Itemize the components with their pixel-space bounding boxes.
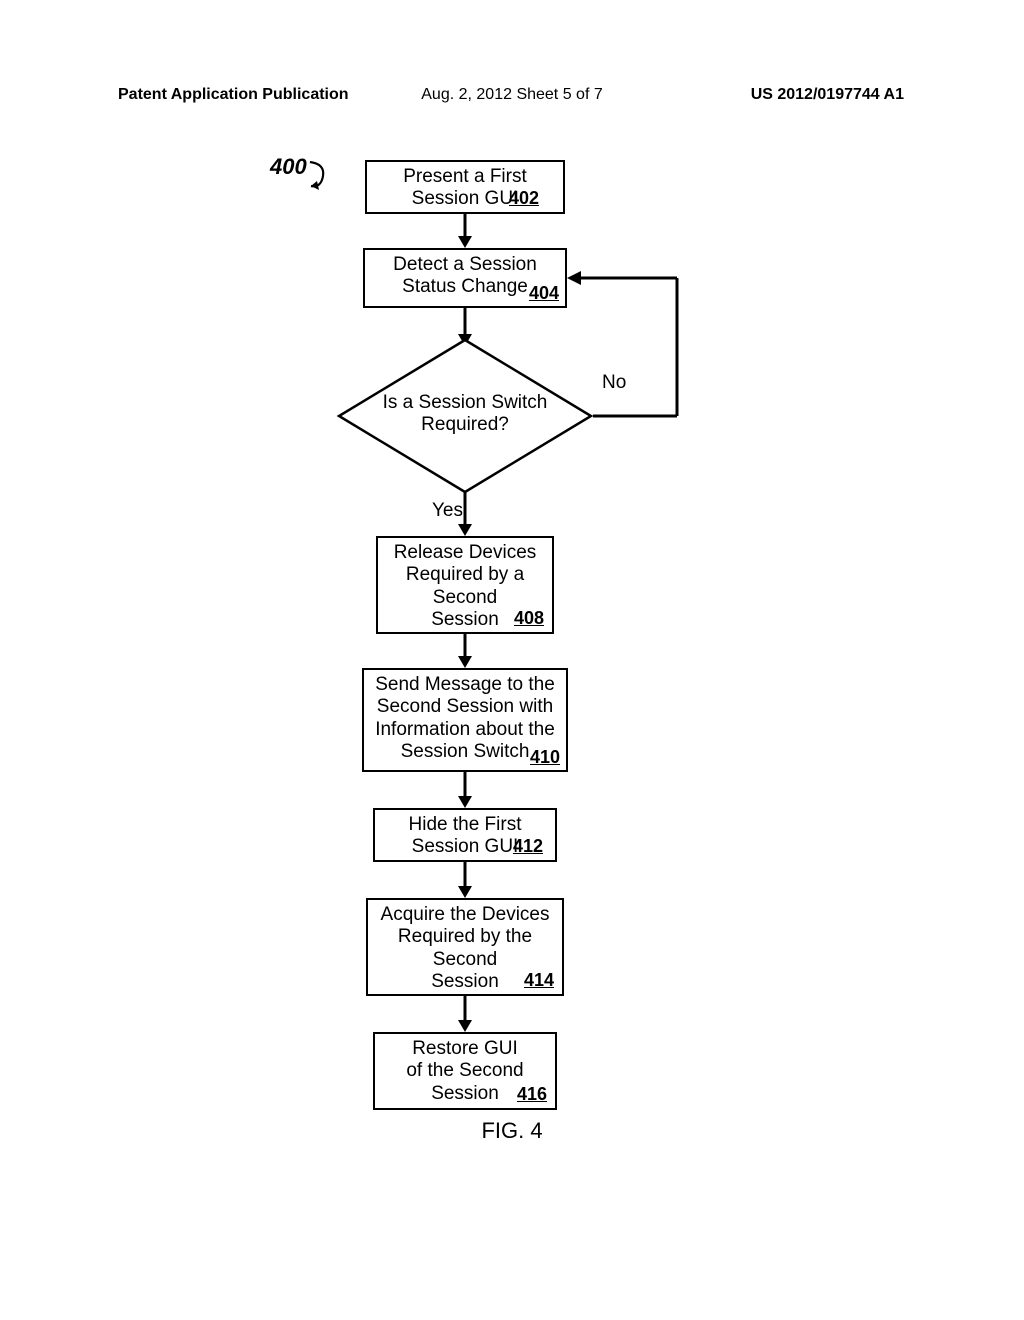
arrow-dec-408 (455, 492, 475, 536)
box-416-ref: 416 (517, 1084, 547, 1105)
arrow-402-404 (455, 214, 475, 248)
arrow-no-loop (565, 270, 695, 420)
box-410-ref: 410 (530, 747, 560, 768)
box-402-ref: 402 (509, 188, 539, 209)
box-404: Detect a Session Status Change 404 (363, 248, 567, 308)
box-412: Hide the First Session GUI 412 (373, 808, 557, 862)
box-414-ref: 414 (524, 970, 554, 991)
arrow-408-410 (455, 634, 475, 668)
box-414: Acquire the Devices Required by the Seco… (366, 898, 564, 996)
arrow-412-414 (455, 862, 475, 898)
arrow-410-412 (455, 772, 475, 808)
ref-400: 400 (270, 154, 307, 180)
box-412-ref: 412 (513, 836, 543, 857)
header-right: US 2012/0197744 A1 (751, 86, 904, 104)
box-402: Present a First Session GUI 402 (365, 160, 565, 214)
box-412-text: Hide the First Session GUI (409, 814, 522, 857)
box-404-ref: 404 (529, 283, 559, 304)
decision-text: Is a Session Switch Required? (375, 392, 555, 437)
arrow-414-416 (455, 996, 475, 1032)
box-408: Release Devices Required by a Second Ses… (376, 536, 554, 634)
box-404-text: Detect a Session Status Change (393, 254, 537, 297)
box-416: Restore GUI of the Second Session 416 (373, 1032, 557, 1110)
box-410: Send Message to the Second Session with … (362, 668, 568, 772)
page: Patent Application Publication Aug. 2, 2… (0, 0, 1024, 1320)
decision-session-switch: Is a Session Switch Required? (333, 336, 597, 496)
ref-400-leader-icon (307, 160, 337, 199)
box-408-ref: 408 (514, 608, 544, 629)
figure-caption: FIG. 4 (0, 1118, 1024, 1144)
